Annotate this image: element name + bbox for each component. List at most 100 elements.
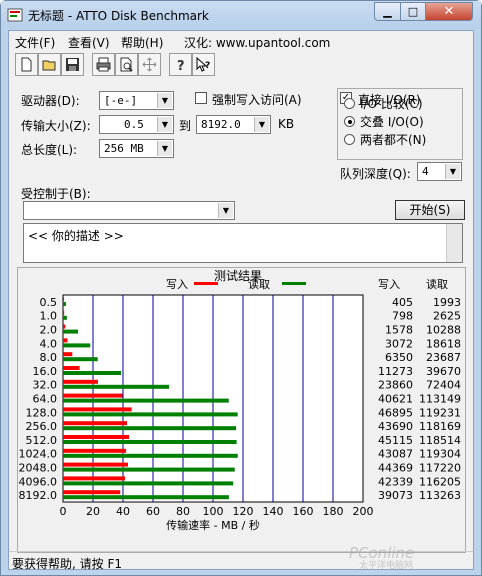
legend-write-swatch: [194, 282, 218, 285]
legend-read-swatch: [282, 282, 306, 285]
chevron-down-icon[interactable]: ▼: [218, 203, 233, 218]
save-button[interactable]: [61, 53, 84, 76]
read-column-header: 读取: [426, 277, 448, 291]
io-mode-group: I/O 比较(C) 交叠 I/O(O) 两者都不(N): [337, 88, 463, 160]
category-label: 8192.0: [19, 489, 58, 502]
new-icon: [21, 57, 32, 72]
read-value: 23687: [426, 351, 461, 364]
x-tick-label: 160: [293, 505, 314, 518]
svg-text:?: ?: [177, 59, 185, 72]
neither-radio[interactable]: [344, 134, 355, 145]
print-preview-button[interactable]: [115, 53, 138, 76]
close-button[interactable]: ✕: [425, 2, 473, 21]
minimize-button[interactable]: ▁: [374, 2, 401, 21]
total-length-select[interactable]: 256 MB ▼: [99, 139, 174, 158]
new-button[interactable]: [15, 53, 38, 76]
read-bar: [63, 495, 229, 500]
drive-label: 驱动器(D):: [21, 94, 80, 108]
menu-view[interactable]: 查看(V): [68, 34, 110, 51]
read-value: 118169: [419, 420, 461, 433]
transfer-unit-label: KB: [278, 117, 295, 131]
start-button[interactable]: 开始(S): [395, 200, 465, 220]
category-label: 1024.0: [19, 448, 58, 461]
read-bar: [63, 371, 122, 375]
read-value: 1993: [433, 296, 461, 309]
read-value: 119304: [419, 448, 461, 461]
read-value: 113149: [419, 393, 461, 406]
category-label: 2.0: [40, 324, 58, 337]
read-value: 18618: [426, 337, 461, 350]
print-button[interactable]: [92, 53, 115, 76]
move-button[interactable]: [138, 53, 161, 76]
write-value: 39073: [378, 489, 413, 502]
write-bar: [63, 448, 127, 453]
read-bar: [63, 412, 238, 417]
drive-select[interactable]: [-e-] ▼: [99, 91, 174, 110]
category-label: 32.0: [33, 379, 58, 392]
print-icon: [96, 57, 111, 72]
write-bar: [63, 462, 128, 467]
read-bar: [63, 384, 170, 389]
write-bar: [63, 310, 65, 315]
app-window: 无标题 - ATTO Disk Benchmark ▁ □ ✕ 文件(F) 查看…: [0, 0, 482, 576]
open-button[interactable]: [38, 53, 61, 76]
chevron-down-icon[interactable]: ▼: [157, 141, 172, 156]
transfer-from-select[interactable]: 0.5 ▼: [99, 115, 174, 134]
read-bar: [63, 481, 234, 486]
legend-read-label: 读取: [248, 277, 270, 291]
queue-depth-value: 4: [422, 165, 429, 178]
chevron-down-icon[interactable]: ▼: [157, 117, 172, 132]
maximize-button[interactable]: □: [400, 2, 426, 21]
write-bar: [63, 366, 80, 370]
overlapped-io-radio[interactable]: [344, 116, 355, 127]
write-value: 11273: [378, 365, 413, 378]
read-value: 119231: [419, 406, 461, 419]
io-compare-label: I/O 比较(C): [360, 97, 423, 111]
description-textarea[interactable]: << 你的描述 >>: [23, 223, 463, 263]
transfer-to-value: 8192.0: [201, 118, 241, 131]
chevron-down-icon[interactable]: ▼: [157, 93, 172, 108]
transfer-to-select[interactable]: 8192.0 ▼: [196, 115, 271, 134]
write-value: 23860: [378, 379, 413, 392]
transfer-from-value: 0.5: [124, 118, 144, 131]
menu-localized[interactable]: 汉化: www.upantool.com: [184, 34, 330, 51]
menu-file[interactable]: 文件(F): [15, 34, 55, 51]
category-label: 512.0: [26, 434, 58, 447]
chevron-down-icon[interactable]: ▼: [445, 164, 460, 179]
drive-value: [-e-]: [104, 94, 138, 107]
x-tick-label: 20: [86, 505, 100, 518]
category-label: 1.0: [40, 310, 58, 323]
force-write-checkbox[interactable]: [195, 92, 207, 104]
read-value: 116205: [419, 475, 461, 488]
move-icon: [142, 57, 157, 72]
write-value: 405: [392, 296, 413, 309]
read-bar: [63, 426, 237, 431]
chevron-down-icon[interactable]: ▼: [254, 117, 269, 132]
write-value: 45115: [378, 434, 413, 447]
read-value: 39670: [426, 365, 461, 378]
title-bar[interactable]: 无标题 - ATTO Disk Benchmark ▁ □ ✕: [1, 1, 481, 29]
controlled-by-select[interactable]: ▼: [23, 201, 235, 220]
write-bar: [63, 338, 68, 343]
x-tick-label: 40: [116, 505, 130, 518]
context-help-button[interactable]: ?: [192, 53, 215, 76]
help-button[interactable]: ?: [169, 53, 192, 76]
read-bar: [63, 315, 67, 320]
category-label: 8.0: [40, 351, 58, 364]
menu-help[interactable]: 帮助(H): [121, 34, 163, 51]
write-bar: [63, 297, 64, 301]
write-bar: [63, 393, 123, 398]
description-scrollbar[interactable]: [446, 224, 462, 262]
read-bar: [63, 440, 237, 444]
queue-depth-select[interactable]: 4 ▼: [417, 162, 462, 181]
help-icon: ?: [177, 59, 185, 72]
write-bar: [63, 421, 127, 426]
x-tick-label: 180: [323, 505, 344, 518]
write-value: 44369: [378, 462, 413, 475]
read-bar: [63, 343, 91, 348]
category-label: 4.0: [40, 337, 58, 350]
category-label: 256.0: [26, 420, 58, 433]
read-bar: [63, 398, 229, 403]
x-tick-label: 80: [176, 505, 190, 518]
io-compare-radio[interactable]: [344, 98, 355, 109]
